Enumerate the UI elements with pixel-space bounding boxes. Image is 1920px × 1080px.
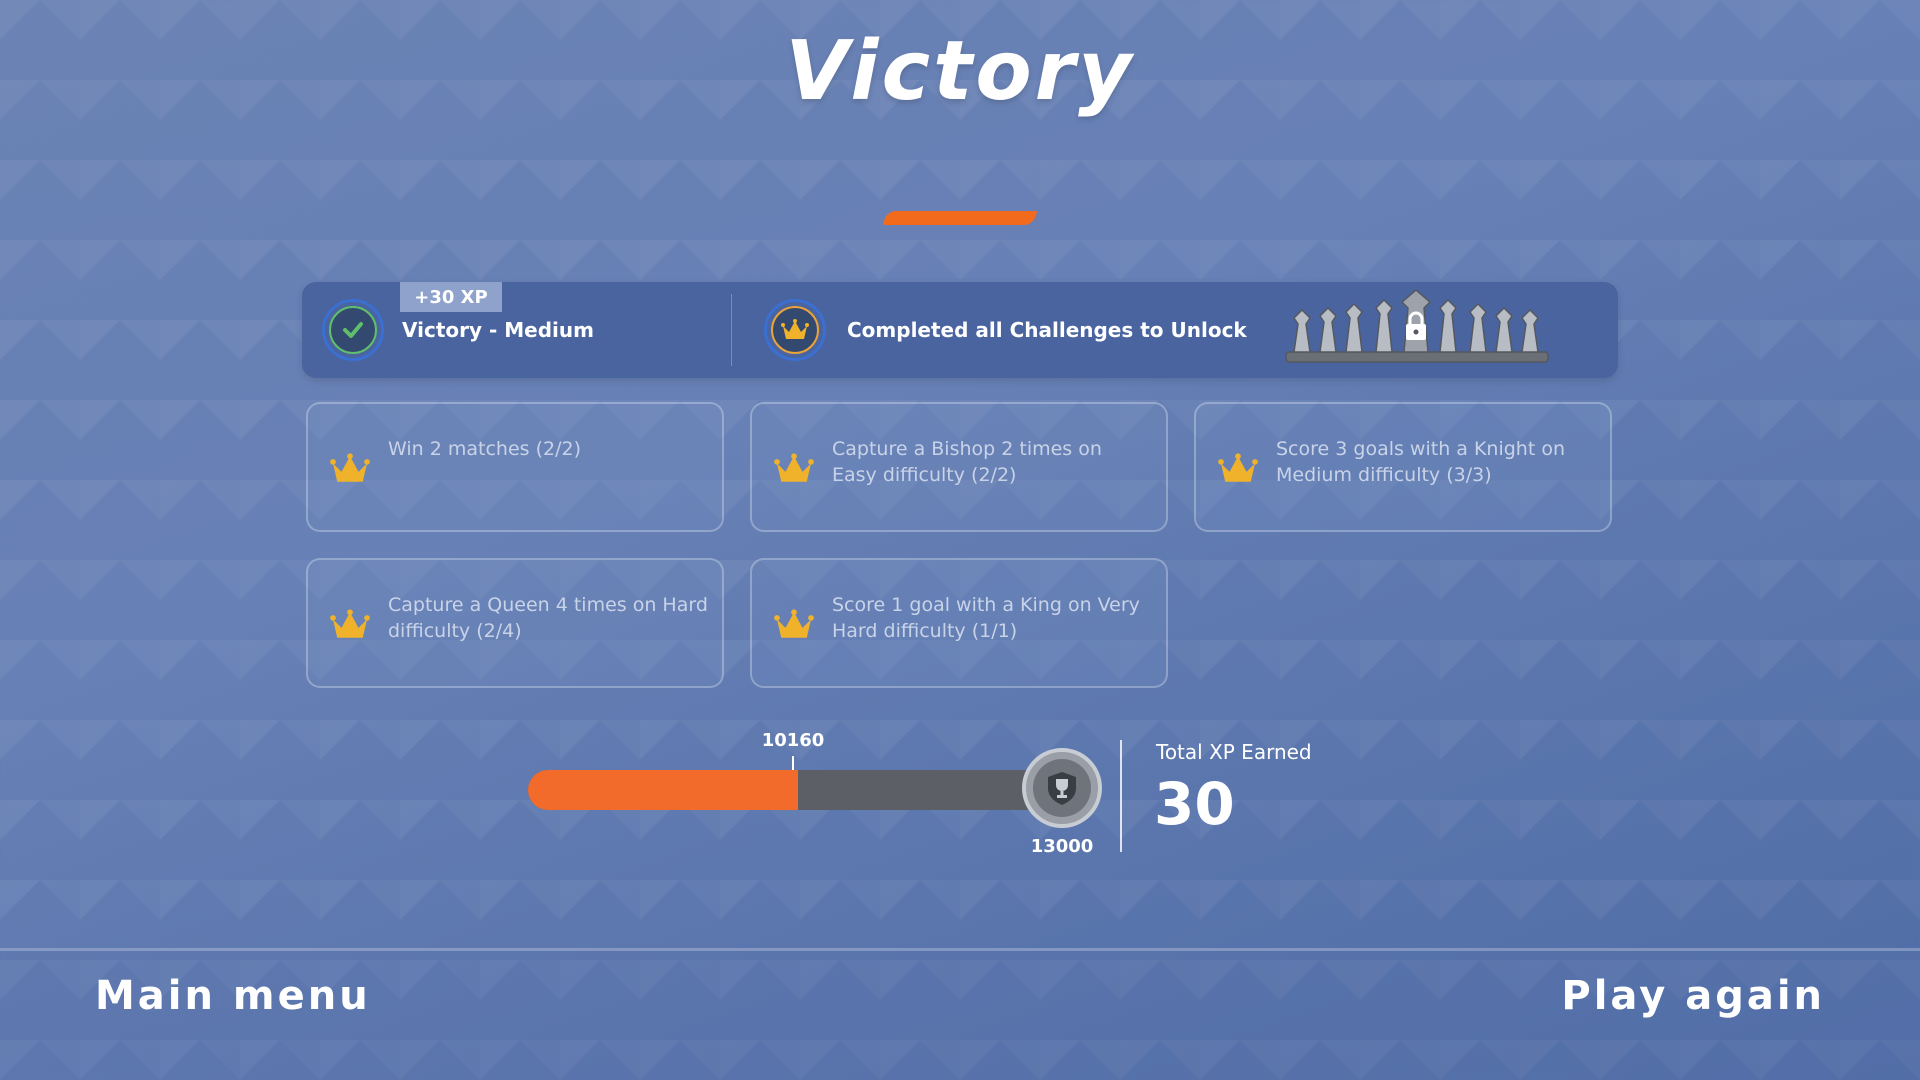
challenge-text: Capture a Bishop 2 times on Easy difficu…	[832, 438, 1102, 486]
xp-separator	[1120, 740, 1122, 852]
challenge-text: Score 1 goal with a King on Very Hard di…	[832, 594, 1140, 642]
crown-icon	[330, 609, 370, 638]
trophy-icon	[1022, 748, 1102, 828]
challenge-card: Capture a Queen 4 times on Hard difficul…	[306, 558, 724, 688]
challenge-card: Score 3 goals with a Knight on Medium di…	[1194, 402, 1612, 532]
check-icon	[322, 299, 384, 361]
xp-progress-bar	[528, 770, 1038, 810]
result-label: Victory - Medium	[402, 318, 594, 342]
footer-bar: Main menu Play again	[0, 948, 1920, 1080]
result-banner: +30 XP Victory - Medium Completed all Ch…	[302, 282, 1618, 378]
xp-progress-fill	[528, 770, 799, 810]
challenge-card: Win 2 matches (2/2)	[306, 402, 724, 532]
challenge-text: Score 3 goals with a Knight on Medium di…	[1276, 438, 1565, 486]
crown-icon	[1218, 453, 1258, 482]
challenge-text: Win 2 matches (2/2)	[388, 438, 581, 460]
challenge-text: Capture a Queen 4 times on Hard difficul…	[388, 594, 708, 642]
crown-badge-icon	[764, 299, 826, 361]
banner-divider	[731, 294, 732, 366]
challenge-card: Score 1 goal with a King on Very Hard di…	[750, 558, 1168, 688]
total-xp-value: 30	[1154, 770, 1235, 838]
title-underline	[882, 211, 1038, 225]
target-xp-label: 13000	[1030, 836, 1094, 857]
crown-icon	[774, 453, 814, 482]
chess-pieces-icon	[1285, 289, 1549, 363]
unlock-label: Completed all Challenges to Unlock	[847, 318, 1247, 342]
current-xp-tick	[792, 756, 794, 770]
challenge-card: Capture a Bishop 2 times on Easy difficu…	[750, 402, 1168, 532]
screen-title: Victory	[785, 24, 1135, 119]
play-again-button[interactable]: Play again	[1561, 973, 1825, 1019]
main-menu-button[interactable]: Main menu	[95, 973, 371, 1019]
current-xp-label: 10160	[761, 730, 825, 751]
crown-icon	[330, 453, 370, 482]
total-xp-label: Total XP Earned	[1156, 740, 1312, 764]
crown-icon	[774, 609, 814, 638]
